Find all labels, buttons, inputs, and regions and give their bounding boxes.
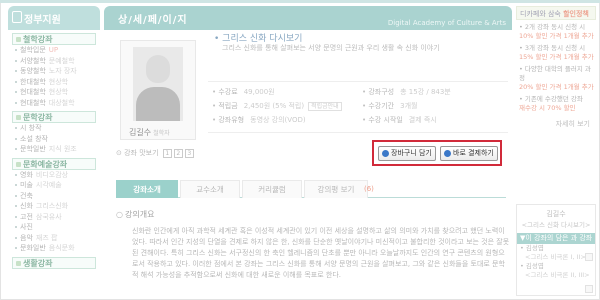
overview-title: 강의개요 [116,209,154,220]
update-badge: UP [48,46,59,54]
sidebar-item[interactable]: 건축 [12,191,96,202]
sidebar-item[interactable]: 신화 그리스신화 [12,201,96,212]
discount-item: • 다양한 대학의 플러지 과정 20% 할인 가격 1개월 추가 [519,65,594,91]
page-banner: 상/세/페/이/지 Digital Academy of Culture & A… [104,6,512,30]
recent-instructor: 김길수 [546,210,566,218]
sidebar-menu: 철학강좌 철학입문 UP 서양철학 문예철학 동양철학 노자 장자 한대철학 현상학 현대철학 현상… [8,33,100,269]
scroll-up-button[interactable] [585,253,593,261]
sidebar-item[interactable]: 시 창작 [12,123,96,134]
sidebar-section: 철학강좌 철학입문 UP 서양철학 문예철학 동양철학 노자 장자 한대철학 현상학 현대철학 현상… [12,33,96,108]
top-strip [0,0,600,3]
points-info-button[interactable]: 적립금안내 [308,102,342,111]
page-title: 상/세/페/이/지 [118,15,188,26]
sidebar-category[interactable]: 생활강좌 [12,256,96,269]
structure-row: • 강좌구성 총 15강 / 843분 [362,88,451,96]
sidebar-section: 문화예술강좌 영화 비디오감상 미술 시각예술 건축 신화 그리스신화 고전 삼국유사 사진 음악 재즈… [12,157,96,254]
discount-item: • 3개 강좌 동시 신청 시 15% 할인 가격 1개월 추가 [519,44,594,61]
tab-intro[interactable]: 강좌소개 [116,180,178,198]
preview-label: 강좌 맛보기 [124,149,159,157]
related-courses-list: • 김성엽 <그리스 비극론 I, II> • 김성엽 <그리스 비극론 II, II… [517,244,595,280]
add-to-cart-button[interactable]: 장바구니 담기 [378,146,436,161]
points-row: • 적립금 2,450원 (5% 적립) 적립금안내 [212,101,342,111]
sidebar-category[interactable]: 철학강좌 [12,33,96,45]
tab-instructor[interactable]: 교수소개 [180,180,240,198]
related-instructor[interactable]: • 김성엽 [517,244,595,253]
discount-item: • 2개 강좌 동시 신청 시 10% 할인 가격 1개월 추가 [519,23,594,40]
recent-course-box: 김길수 <그리스 신화 다시보기> ▼이 강좌의 담은 과 강좌 • 김성엽 <그… [516,204,596,296]
sidebar-title: 정부지원 [24,15,61,26]
sidebar-item[interactable]: 미술 시각예술 [12,180,96,191]
related-course[interactable]: <그리스 비극론 II, III> [517,271,595,280]
overview-text: 신화란 인간에게 아직 과학적 세계관 혹은 이성적 세계관이 있기 이전 세상… [132,227,510,279]
sidebar-section: 문학강좌 시 창작 소설 창작 문학일반 지식 원조 [12,111,96,155]
type-row: • 강좌유형 동영상 강의(VOD) [212,116,306,124]
related-course[interactable]: <그리스 비극론 I, II> [517,253,595,262]
related-courses-header: ▼이 강좌의 담은 과 강좌 [517,233,595,244]
related-instructor[interactable]: • 김성엽 [517,262,595,271]
instructor-photo [133,47,183,121]
buy-now-button[interactable]: 바로 결제하기 [440,146,498,161]
sidebar-item[interactable]: 동양철학 노자 장자 [12,66,96,77]
preview-icon: ⊙ [116,149,122,157]
sidebar-item[interactable]: 현대철학 현상학 [12,87,96,98]
pay-icon [444,150,451,157]
sidebar-header: 정부지원 [8,6,100,30]
sidebar-category[interactable]: 문화예술강좌 [12,157,96,170]
sidebar-item[interactable]: 사진 [12,222,96,233]
sidebar-item[interactable]: 소설 창작 [12,134,96,145]
sidebar-item[interactable]: 한대철학 현상학 [12,77,96,88]
right-column: 디카페와 삼숙 할인정책 • 2개 강좌 동시 신청 시 10% 할인 가격 1개… [516,6,596,296]
sidebar-item[interactable]: 영화 비디오감상 [12,170,96,181]
sidebar-section: 생활강좌 [12,256,96,269]
preview-page-1[interactable]: 1 [162,149,172,158]
fee-row: • 수강료 49,000원 [212,88,275,96]
sidebar-item[interactable]: 현대철학 대상철학 [12,98,96,109]
instructor-card: 김길수 철학자 [120,40,196,140]
recent-course-title: <그리스 신화 다시보기> [521,221,591,229]
discount-item: • 기존에 수강했던 강좌 재수강 시 70% 할인 [519,95,583,112]
cart-icon [382,150,389,157]
preview-page-3[interactable]: 3 [184,149,194,158]
preview-row: ⊙ 강좌 맛보기 123 [116,148,194,158]
book-icon [12,11,22,23]
start-row: • 수강 시작일 결제 즉시 [362,116,437,124]
tab-reviews[interactable]: 강의평 보기 [304,180,368,198]
instructor-name: 김길수 철학자 [129,128,170,137]
sidebar-item[interactable]: 문학일반 지식 원조 [12,144,96,155]
left-sidebar: 정부지원 철학강좌 철학입문 UP 서양철학 문예철학 동양철학 노자 장자 한대철학 현상학 현… [8,6,100,296]
sidebar-item[interactable]: 서양철학 문예철학 [12,56,96,67]
scroll-down-button[interactable] [585,285,593,293]
preview-page-2[interactable]: 2 [173,149,183,158]
more-details-link[interactable]: 자세히 보기 [516,119,590,129]
sidebar-item[interactable]: 문화일반 음식문화 [12,243,96,254]
instructor-role: 철학자 [153,130,170,137]
purchase-buttons-highlight: 장바구니 담기 바로 결제하기 [372,140,502,166]
sidebar-item[interactable]: 음악 재즈 팝 [12,233,96,244]
review-count: (6) [364,185,374,193]
course-tabs: 강좌소개 교수소개 커리큘럼 강의평 보기 [116,180,506,198]
sidebar-category[interactable]: 문학강좌 [12,111,96,123]
tab-curriculum[interactable]: 커리큘럼 [242,180,302,198]
discount-header: 디카페와 삼숙 할인정책 [516,6,596,20]
course-description: 그리스 신화를 통해 살펴보는 서양 문명의 근원과 우리 생활 속 신화 이야… [222,44,440,52]
sidebar-item[interactable]: 철학입문 UP [12,45,96,56]
page-subtitle: Digital Academy of Culture & Arts [387,19,506,27]
discount-list: • 2개 강좌 동시 신청 시 10% 할인 가격 1개월 추가 • 3개 강좌 동… [516,23,596,113]
period-row: • 수강기간 3개월 [362,102,418,110]
sidebar-item[interactable]: 고전 삼국유사 [12,212,96,223]
